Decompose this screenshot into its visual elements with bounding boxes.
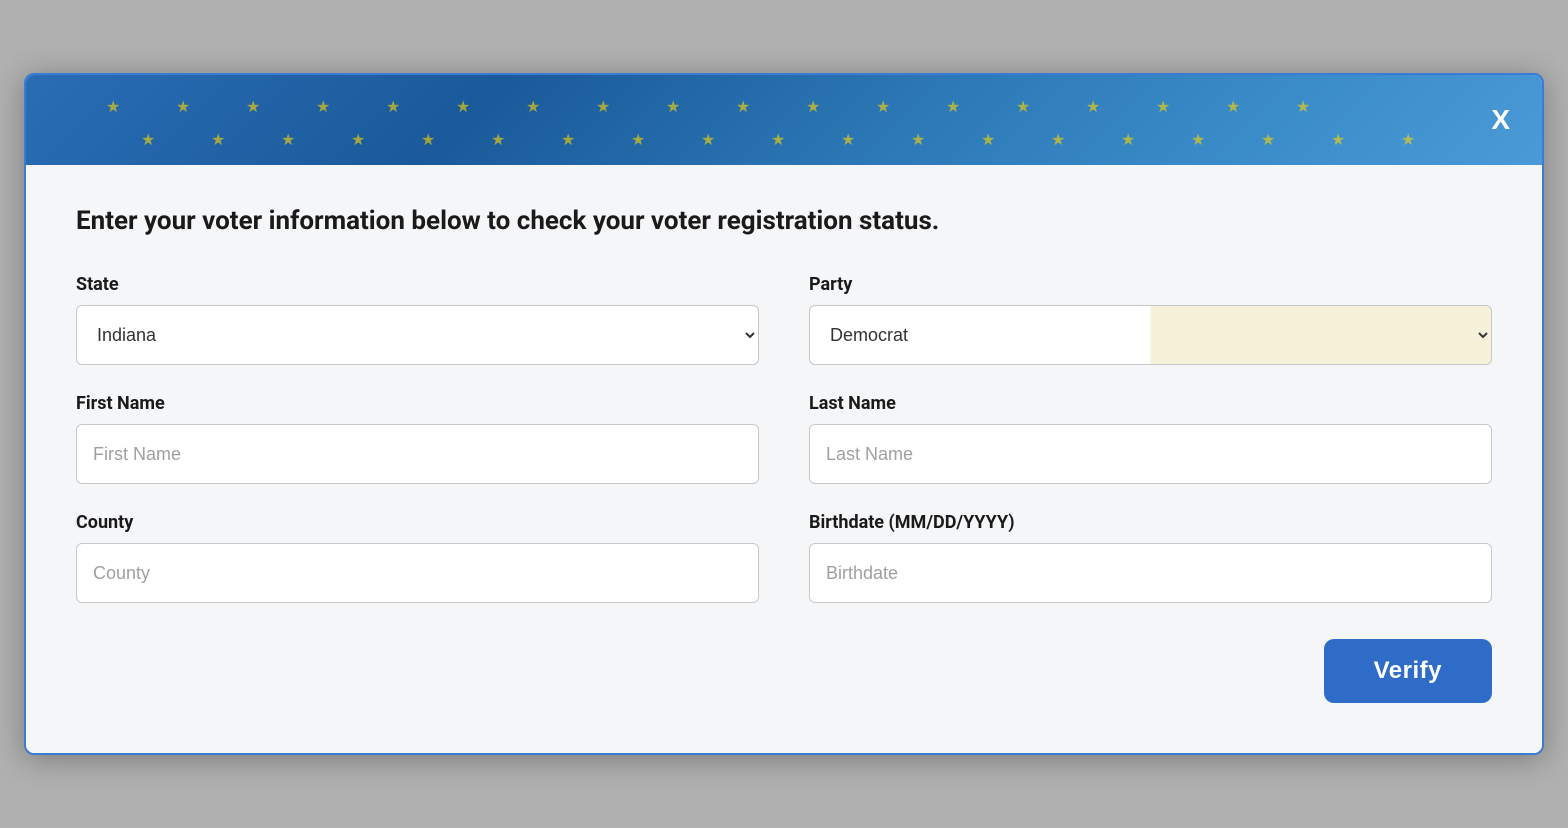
state-select[interactable]: Indiana Alabama Alaska Arizona Californi… [76,305,759,365]
county-input[interactable] [76,543,759,603]
star-icon: ★ [876,97,890,116]
party-group: Party Democrat Republican Independent Gr… [809,274,1492,365]
star-icon: ★ [1296,97,1310,116]
star-icon: ★ [841,130,855,149]
first-name-input[interactable] [76,424,759,484]
star-icon: ★ [701,130,715,149]
star-icon: ★ [806,97,820,116]
star-icon: ★ [631,130,645,149]
star-icon: ★ [1156,97,1170,116]
star-icon: ★ [666,97,680,116]
form-footer: Verify [76,639,1492,703]
first-name-label: First Name [76,393,759,414]
star-icon: ★ [1331,130,1345,149]
last-name-label: Last Name [809,393,1492,414]
header-decoration: ★ ★ ★ ★ ★ ★ ★ ★ ★ ★ ★ ★ ★ ★ ★ ★ ★ ★ ★ ★ [26,75,1542,165]
star-icon: ★ [771,130,785,149]
star-icon: ★ [561,130,575,149]
last-name-input[interactable] [809,424,1492,484]
modal-body: Enter your voter information below to ch… [26,165,1542,754]
first-name-group: First Name [76,393,759,484]
star-icon: ★ [386,97,400,116]
form-grid: State Indiana Alabama Alaska Arizona Cal… [76,274,1492,603]
star-icon: ★ [316,97,330,116]
star-icon: ★ [456,97,470,116]
county-label: County [76,512,759,533]
star-icon: ★ [1051,130,1065,149]
star-icon: ★ [106,97,120,116]
star-icon: ★ [1086,97,1100,116]
star-icon: ★ [246,97,260,116]
star-icon: ★ [526,97,540,116]
star-icon: ★ [281,130,295,149]
state-group: State Indiana Alabama Alaska Arizona Cal… [76,274,759,365]
star-icon: ★ [1191,130,1205,149]
star-icon: ★ [1226,97,1240,116]
last-name-group: Last Name [809,393,1492,484]
star-icon: ★ [946,97,960,116]
star-icon: ★ [1261,130,1275,149]
star-icon: ★ [1401,130,1415,149]
modal-header: ★ ★ ★ ★ ★ ★ ★ ★ ★ ★ ★ ★ ★ ★ ★ ★ ★ ★ ★ ★ [26,75,1542,165]
star-icon: ★ [981,130,995,149]
birthdate-input[interactable] [809,543,1492,603]
star-icon: ★ [1016,97,1030,116]
star-icon: ★ [421,130,435,149]
page-background: ★ ★ ★ ★ ★ ★ ★ ★ ★ ★ ★ ★ ★ ★ ★ ★ ★ ★ ★ ★ [0,0,1568,828]
verify-button[interactable]: Verify [1324,639,1492,703]
modal-container: ★ ★ ★ ★ ★ ★ ★ ★ ★ ★ ★ ★ ★ ★ ★ ★ ★ ★ ★ ★ [24,73,1544,756]
star-icon: ★ [211,130,225,149]
form-title: Enter your voter information below to ch… [76,205,1492,239]
county-group: County [76,512,759,603]
star-icon: ★ [911,130,925,149]
star-icon: ★ [176,97,190,116]
party-select[interactable]: Democrat Republican Independent Green Li… [809,305,1492,365]
state-label: State [76,274,759,295]
star-icon: ★ [1121,130,1135,149]
party-label: Party [809,274,1492,295]
star-icon: ★ [351,130,365,149]
star-icon: ★ [491,130,505,149]
star-icon: ★ [736,97,750,116]
close-button[interactable]: X [1483,102,1518,138]
birthdate-group: Birthdate (MM/DD/YYYY) [809,512,1492,603]
star-icon: ★ [141,130,155,149]
birthdate-label: Birthdate (MM/DD/YYYY) [809,512,1492,533]
star-icon: ★ [596,97,610,116]
